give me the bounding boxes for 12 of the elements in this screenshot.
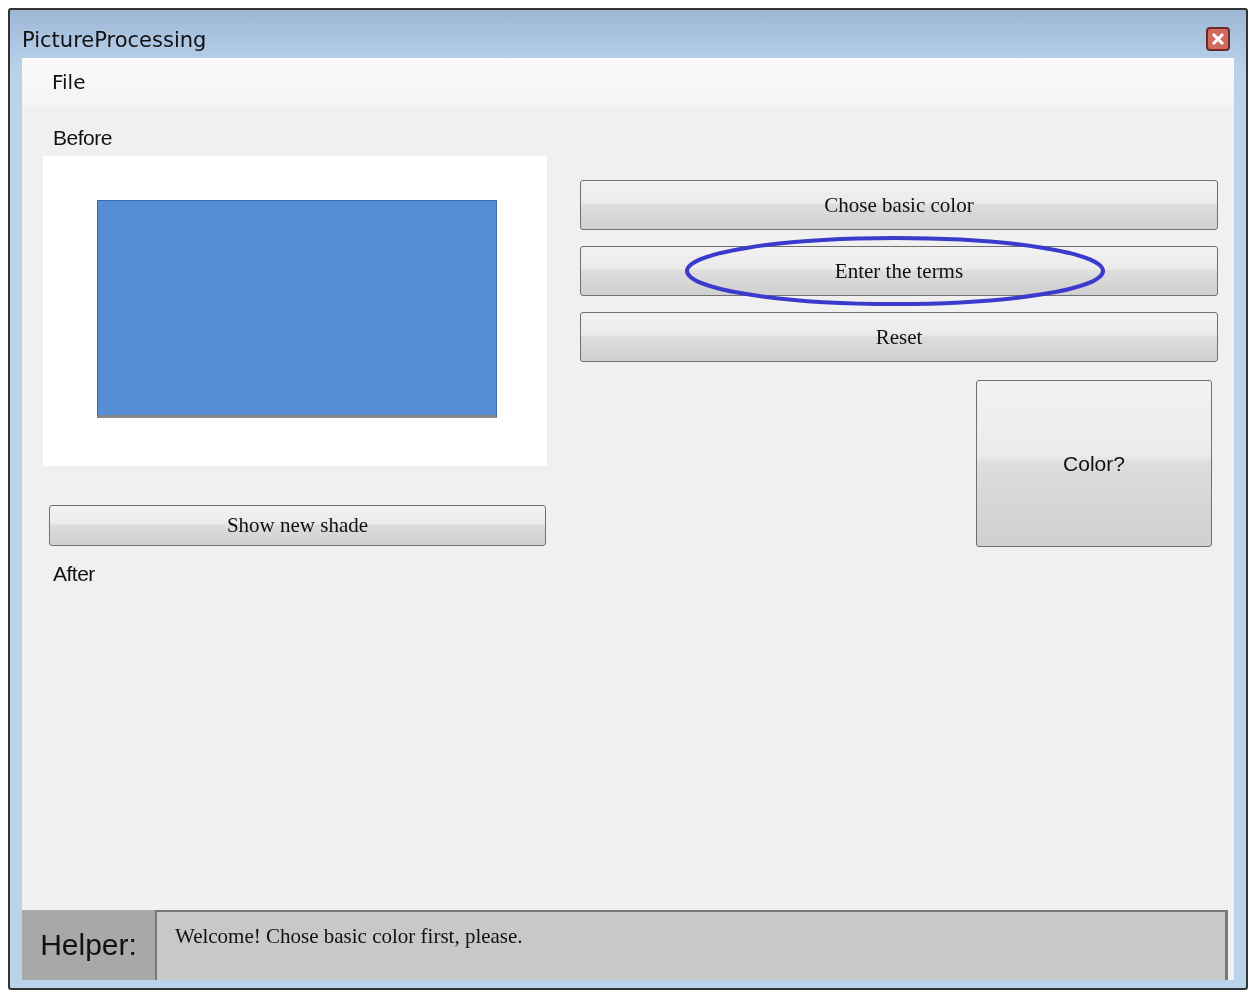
helper-message: Welcome! Chose basic color first, please.: [175, 924, 523, 948]
close-icon[interactable]: [1206, 27, 1230, 51]
after-label: After: [53, 562, 96, 586]
action-button[interactable]: Enter the terms: [580, 246, 1218, 296]
helper-label: Helper:: [39, 927, 138, 963]
show-shade-button[interactable]: Show new shade: [49, 505, 546, 546]
before-label: Before: [53, 126, 113, 150]
action-button[interactable]: Chose basic color: [580, 180, 1218, 230]
menu-item[interactable]: File: [52, 70, 86, 94]
action-button[interactable]: Reset: [580, 312, 1218, 362]
window-title: PictureProcessing: [22, 28, 207, 52]
color-button[interactable]: Color?: [976, 380, 1212, 547]
